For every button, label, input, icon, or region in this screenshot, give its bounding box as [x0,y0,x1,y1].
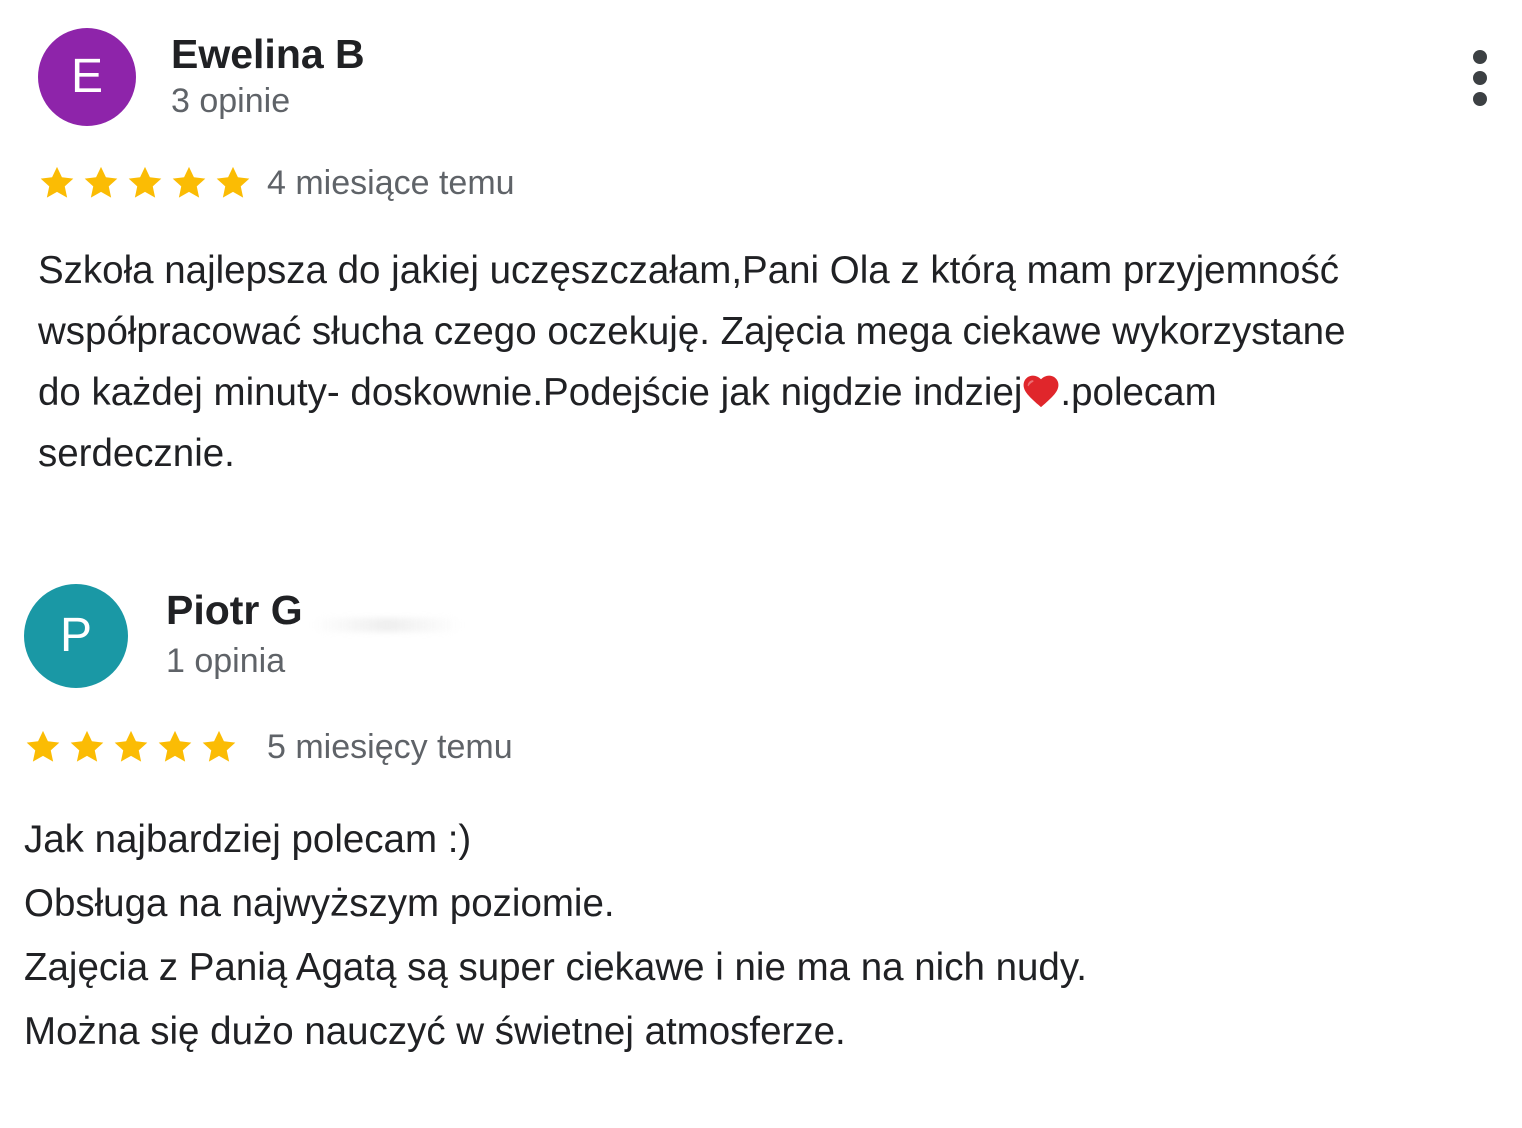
reviewer-name[interactable]: Ewelina B [171,30,365,78]
review-text-line: Obsługa na najwyższym poziomie. [24,882,615,925]
review-card: E Ewelina B 3 opinie 4 miesiące temu Szk… [0,0,1522,520]
star-icon [202,730,236,762]
star-icon [172,166,206,198]
redaction-blur [312,618,462,632]
more-vertical-icon-dot [1473,71,1487,85]
star-icon [128,166,162,198]
review-text-segment: do każdej minuty- doskownie.Podejście ja… [38,371,1023,414]
review-text: Szkoła najlepsza do jakiej uczęszczałam,… [38,240,1345,484]
review-text-line: serdecznie. [38,432,235,475]
review-text-segment: .polecam [1060,371,1217,414]
heart-icon [1024,375,1059,408]
more-vertical-icon [1473,50,1487,64]
review-text-line: Można się dużo nauczyć w świetnej atmosf… [24,1010,846,1053]
star-icon [40,166,74,198]
star-icon [70,730,104,762]
more-vertical-icon-dot [1473,92,1487,106]
review-text-line: Zajęcia z Panią Agatą są super ciekawe i… [24,946,1087,989]
star-icon [84,166,118,198]
star-rating [38,163,252,203]
review-text-line: współpracować słucha czego oczekuję. Zaj… [38,310,1346,353]
avatar-letter: P [59,609,92,662]
avatar-letter: E [70,50,103,103]
avatar[interactable]: P [24,584,128,688]
review-text-line: Szkoła najlepsza do jakiej uczęszczałam,… [38,249,1339,292]
reviews-page: E Ewelina B 3 opinie 4 miesiące temu Szk… [0,0,1522,1128]
review-date: 4 miesiące temu [267,164,515,202]
review-text-line: do każdej minuty- doskownie.Podejście ja… [38,362,1345,423]
reviewer-review-count[interactable]: 3 opinie [171,81,290,121]
star-icon [114,730,148,762]
review-date: 5 miesięcy temu [267,728,513,766]
star-rating [24,727,238,767]
more-options-button[interactable] [1465,46,1495,110]
reviewer-name[interactable]: Piotr G [166,586,303,634]
review-text-line: Jak najbardziej polecam :) [24,818,472,861]
avatar[interactable]: E [38,28,136,126]
star-icon [216,166,250,198]
review-card: P Piotr G 1 opinia 5 miesięcy temu Jak n… [0,560,1522,1100]
reviewer-review-count[interactable]: 1 opinia [166,641,285,681]
star-icon [158,730,192,762]
star-icon [26,730,60,762]
review-text: Jak najbardziej polecam :) Obsługa na na… [24,808,1087,1064]
